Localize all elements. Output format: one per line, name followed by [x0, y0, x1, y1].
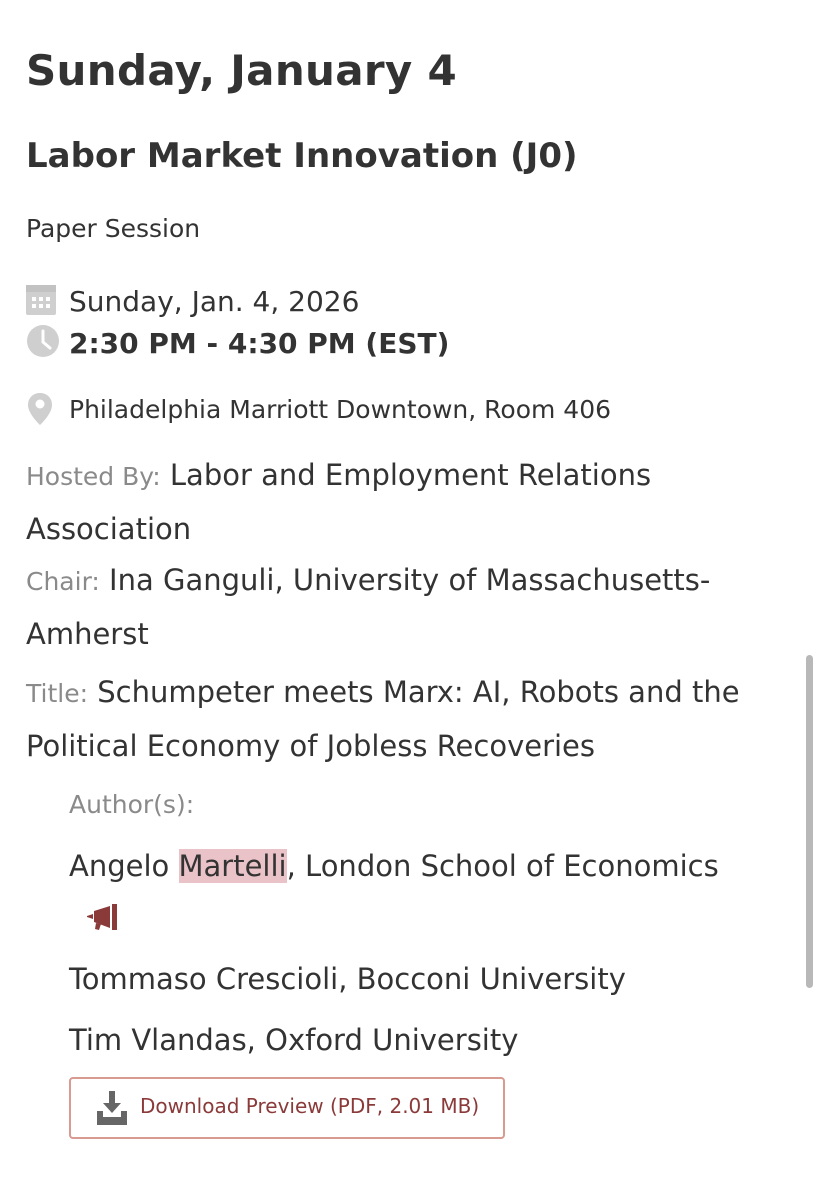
session-time: 2:30 PM - 4:30 PM (EST) — [69, 327, 450, 360]
calendar-icon — [26, 285, 56, 315]
author-item: Angelo Martelli, London School of Econom… — [69, 840, 769, 946]
download-preview-label: Download Preview (PDF, 2.01 MB) — [140, 1094, 480, 1118]
paper-title-value: Schumpeter meets Marx: AI, Robots and th… — [26, 675, 740, 763]
scrollbar[interactable] — [806, 655, 813, 988]
day-heading: Sunday, January 4 — [26, 46, 458, 95]
author-first-name: Angelo — [69, 849, 170, 883]
authors-label: Author(s): — [69, 790, 195, 819]
clock-icon — [27, 325, 59, 357]
hosted-by-label: Hosted By: — [26, 462, 161, 491]
download-tray-icon — [97, 1091, 127, 1125]
hosted-by: Hosted By: Labor and Employment Relation… — [26, 449, 786, 556]
paper-title: Title: Schumpeter meets Marx: AI, Robots… — [26, 666, 786, 773]
session-title: Labor Market Innovation (J0) — [26, 136, 578, 176]
megaphone-icon — [87, 904, 117, 930]
chair-label: Chair: — [26, 567, 100, 596]
search-highlight: Martelli — [178, 849, 287, 883]
paper-title-label: Title: — [26, 679, 88, 708]
author-affiliation: , London School of Economics — [286, 849, 719, 883]
session-location: Philadelphia Marriott Downtown, Room 406 — [69, 395, 612, 424]
session-date: Sunday, Jan. 4, 2026 — [69, 285, 360, 318]
session-chair: Chair: Ina Ganguli, University of Massac… — [26, 554, 786, 661]
location-pin-icon — [28, 393, 52, 425]
author-item: Tommaso Crescioli, Bocconi University — [69, 962, 626, 996]
author-item: Tim Vlandas, Oxford University — [69, 1023, 519, 1057]
download-preview-button[interactable]: Download Preview (PDF, 2.01 MB) — [69, 1077, 505, 1139]
session-type: Paper Session — [26, 214, 201, 243]
chair-value: Ina Ganguli, University of Massachusetts… — [26, 563, 711, 651]
